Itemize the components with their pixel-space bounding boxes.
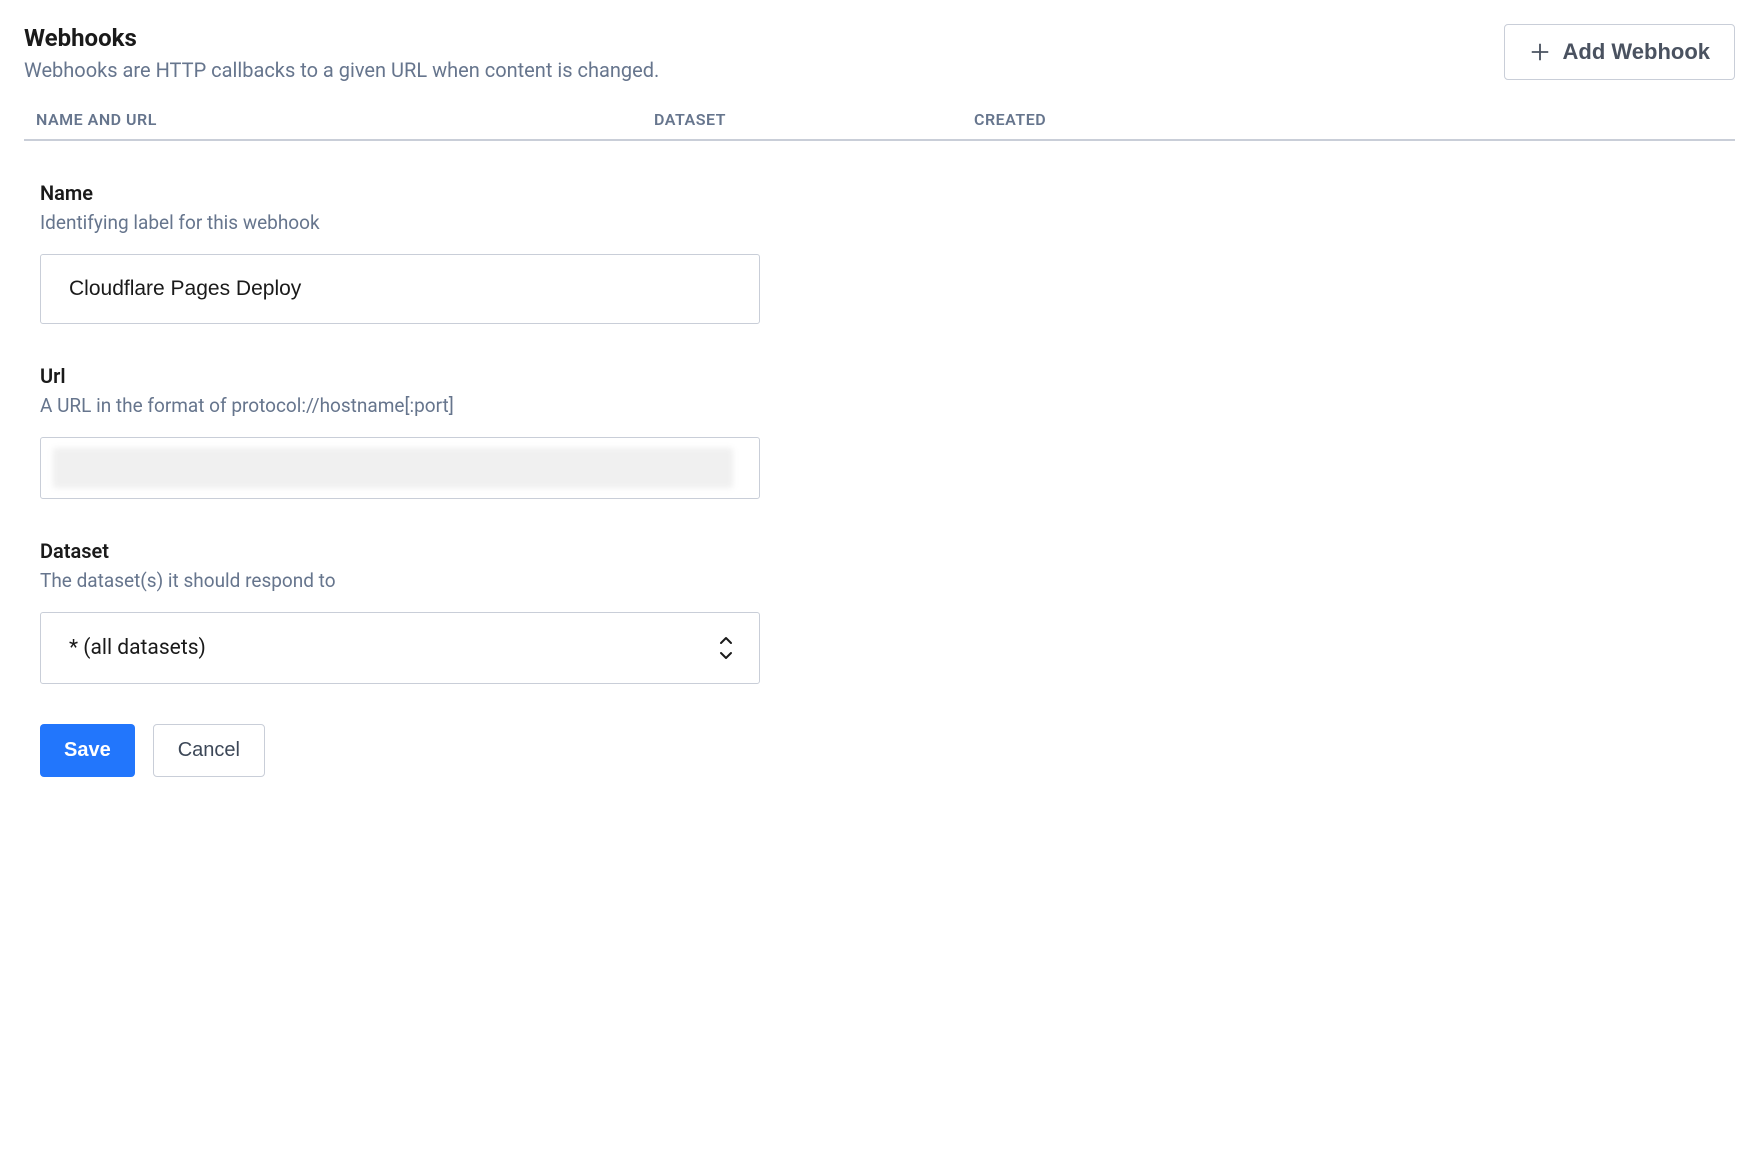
table-header: NAME AND URL DATASET CREATED <box>24 110 1735 141</box>
save-button[interactable]: Save <box>40 724 135 777</box>
page-subtitle: Webhooks are HTTP callbacks to a given U… <box>24 58 659 82</box>
page-title: Webhooks <box>24 24 659 52</box>
name-label: Name <box>40 181 784 205</box>
url-label: Url <box>40 364 784 388</box>
url-input[interactable] <box>40 437 760 499</box>
col-name-url: NAME AND URL <box>24 110 654 129</box>
dataset-select[interactable]: * (all datasets) <box>40 612 760 684</box>
add-webhook-label: Add Webhook <box>1563 39 1710 65</box>
col-created: CREATED <box>974 110 1735 129</box>
cancel-button[interactable]: Cancel <box>153 724 265 777</box>
name-input[interactable] <box>40 254 760 324</box>
dataset-description: The dataset(s) it should respond to <box>40 569 784 592</box>
col-dataset: DATASET <box>654 110 974 129</box>
chevron-up-down-icon <box>717 635 735 661</box>
dataset-selected-value: * (all datasets) <box>69 636 206 660</box>
url-description: A URL in the format of protocol://hostna… <box>40 394 784 417</box>
name-description: Identifying label for this webhook <box>40 211 784 234</box>
plus-icon <box>1529 41 1551 63</box>
dataset-label: Dataset <box>40 539 784 563</box>
add-webhook-button[interactable]: Add Webhook <box>1504 24 1735 80</box>
url-redacted-value <box>53 448 733 488</box>
